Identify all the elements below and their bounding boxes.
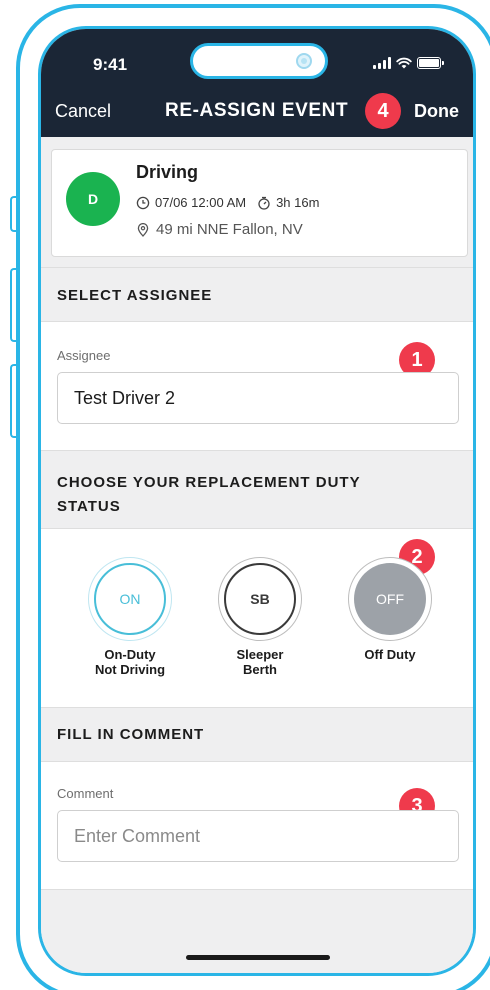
comment-label: Comment	[57, 786, 114, 801]
section-title: FILL IN COMMENT	[57, 726, 205, 743]
bottom-area	[41, 889, 473, 973]
off-duty-code: OFF	[354, 563, 426, 635]
location-pin-icon	[137, 222, 149, 237]
signal-icon	[373, 57, 391, 69]
step-badge-done: 4	[365, 93, 401, 129]
event-summary-section: D Driving 07/06 12:00 AM 3h 16m 49 mi NN…	[41, 137, 473, 267]
sleeper-berth-code: SB	[224, 563, 296, 635]
done-button[interactable]: Done	[414, 101, 459, 122]
event-location-text: 49 mi NNE Fallon, NV	[156, 221, 303, 238]
event-datetime: 07/06 12:00 AM	[155, 195, 247, 210]
sleeper-berth-toggle[interactable]: SB	[218, 557, 302, 641]
sleeper-berth-label: Sleeper Berth	[236, 647, 284, 677]
assignee-field[interactable]: Test Driver 2	[57, 372, 459, 424]
avatar: D	[66, 172, 120, 226]
wifi-icon	[396, 57, 412, 69]
clock-icon	[136, 196, 150, 209]
section-title: CHOOSE YOUR REPLACEMENT DUTY	[57, 474, 361, 491]
on-duty-code: ON	[94, 563, 166, 635]
off-duty-label: Off Duty	[364, 647, 416, 662]
event-meta: 07/06 12:00 AM 3h 16m	[136, 195, 319, 210]
section-header-duty-status: CHOOSE YOUR REPLACEMENT DUTY STATUS	[41, 450, 473, 529]
status-icons	[373, 55, 444, 69]
duty-option-sb[interactable]: SB Sleeper Berth	[218, 557, 302, 677]
assignee-label: Assignee	[57, 348, 111, 363]
section-title: SELECT ASSIGNEE	[57, 287, 213, 304]
dynamic-island	[190, 43, 328, 79]
phone-screen: 9:41 Cancel RE-ASSIGN EVENT 4 Done D Dri…	[38, 26, 476, 976]
duty-option-on[interactable]: ON On-Duty Not Driving	[88, 557, 172, 677]
duty-option-off[interactable]: OFF Off Duty	[348, 557, 432, 662]
section-header-comment: FILL IN COMMENT	[41, 707, 473, 762]
comment-section: Comment 3 Enter Comment	[41, 762, 473, 890]
event-card: D Driving 07/06 12:00 AM 3h 16m 49 mi NN…	[51, 149, 468, 257]
home-indicator[interactable]	[186, 955, 330, 960]
section-title-continued: STATUS	[57, 498, 121, 515]
stopwatch-icon	[258, 196, 270, 210]
on-duty-toggle[interactable]: ON	[88, 557, 172, 641]
page-title: RE-ASSIGN EVENT	[165, 100, 349, 121]
navigation-bar: 9:41 Cancel RE-ASSIGN EVENT 4 Done	[41, 29, 473, 137]
duty-status-section: 2 ON On-Duty Not Driving SB Sleeper Bert…	[41, 529, 473, 707]
camera-icon	[296, 53, 312, 69]
battery-icon	[417, 57, 444, 69]
event-duration: 3h 16m	[276, 195, 320, 210]
section-header-assignee: SELECT ASSIGNEE	[41, 267, 473, 322]
assignee-section: Assignee 1 Test Driver 2	[41, 322, 473, 450]
event-title: Driving	[136, 162, 199, 182]
off-duty-toggle[interactable]: OFF	[348, 557, 432, 641]
event-location: 49 mi NNE Fallon, NV	[136, 221, 303, 238]
status-time: 9:41	[93, 55, 128, 74]
comment-input[interactable]: Enter Comment	[57, 810, 459, 862]
cancel-button[interactable]: Cancel	[55, 101, 111, 122]
on-duty-label: On-Duty Not Driving	[94, 647, 166, 677]
